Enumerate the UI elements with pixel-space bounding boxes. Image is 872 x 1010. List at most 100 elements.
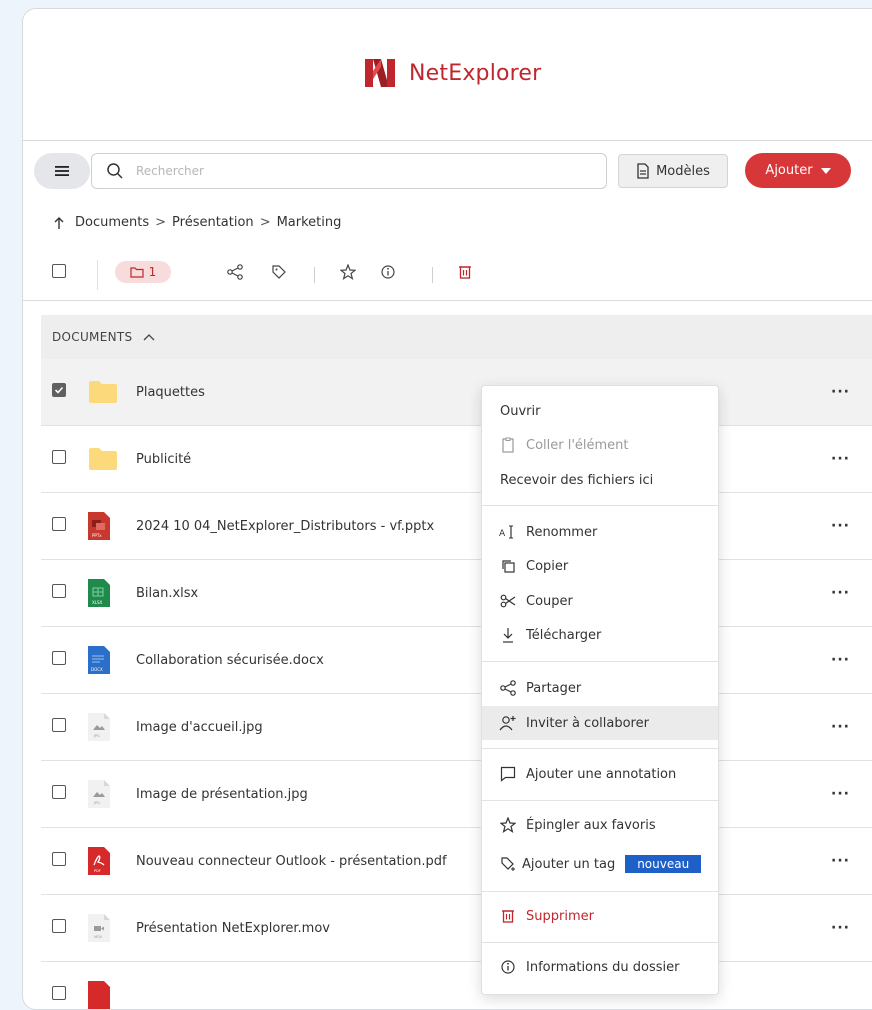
brand-logo[interactable]: NetExplorer [363, 57, 541, 89]
more-options-icon[interactable]: ··· [831, 585, 850, 601]
comment-icon [500, 766, 516, 782]
svg-text:XLSX: XLSX [92, 600, 103, 605]
more-options-icon[interactable]: ··· [831, 719, 850, 735]
menu-item-download[interactable]: Télécharger [482, 618, 718, 652]
models-button[interactable]: Modèles [618, 154, 728, 188]
table-row[interactable]: XLSX Bilan.xlsx ··· [41, 560, 872, 627]
selected-folders-count: 1 [148, 265, 157, 279]
menu-item-label: Copier [526, 558, 569, 574]
menu-item-receive-files[interactable]: Recevoir des fichiers ici [482, 463, 718, 497]
selected-folders-badge[interactable]: 1 [115, 261, 171, 283]
file-name[interactable]: Bilan.xlsx [136, 586, 198, 601]
search-input[interactable] [134, 163, 578, 179]
image-file-icon: JPG [88, 780, 110, 808]
table-row[interactable]: PDF Nouveau connecteur Outlook - présent… [41, 828, 872, 895]
menu-item-label: Recevoir des fichiers ici [500, 472, 654, 488]
file-name[interactable]: 2024 10 04_NetExplorer_Distributors - vf… [136, 519, 434, 534]
svg-text:A: A [499, 529, 506, 539]
more-options-icon[interactable]: ··· [831, 652, 850, 668]
file-name[interactable]: Image de présentation.jpg [136, 787, 308, 802]
menu-item-share[interactable]: Partager [482, 671, 718, 705]
selection-toolbar: 1 [23, 252, 872, 301]
info-button[interactable] [377, 261, 399, 283]
arrow-up-icon[interactable] [53, 216, 65, 230]
toolbar-separator [432, 267, 433, 283]
new-badge: nouveau [625, 855, 702, 873]
menu-item-delete[interactable]: Supprimer [482, 899, 718, 933]
row-checkbox[interactable] [52, 383, 66, 397]
more-options-icon[interactable]: ··· [831, 518, 850, 534]
add-label: Ajouter [765, 163, 813, 178]
star-icon [500, 817, 516, 833]
table-row[interactable]: Publicité ··· [41, 426, 872, 493]
menu-item-copy[interactable]: Copier [482, 549, 718, 583]
more-options-icon[interactable]: ··· [831, 853, 850, 869]
more-options-icon[interactable]: ··· [831, 920, 850, 936]
menu-divider [482, 748, 718, 749]
app-window: NetExplorer Modèles Ajouter [22, 8, 872, 1010]
file-name[interactable]: Nouveau connecteur Outlook - présentatio… [136, 854, 447, 869]
menu-item-cut[interactable]: Couper [482, 584, 718, 618]
breadcrumb-item-presentation[interactable]: Présentation [172, 215, 254, 230]
table-row[interactable]: DOCX Collaboration sécurisée.docx ··· [41, 627, 872, 694]
app-header: NetExplorer [23, 9, 872, 141]
add-user-icon [499, 716, 516, 731]
copy-icon [502, 560, 515, 573]
tag-button[interactable] [268, 261, 290, 283]
menu-item-tag[interactable]: Ajouter un tag nouveau [482, 847, 718, 881]
svg-text:PPTx: PPTx [92, 533, 102, 538]
file-name[interactable]: Plaquettes [136, 385, 205, 400]
select-all-checkbox[interactable] [52, 264, 66, 278]
menu-item-annotate[interactable]: Ajouter une annotation [482, 757, 718, 791]
menu-item-rename[interactable]: A Renommer [482, 515, 718, 549]
file-name[interactable]: Collaboration sécurisée.docx [136, 653, 324, 668]
table-row[interactable]: PPTx 2024 10 04_NetExplorer_Distributors… [41, 493, 872, 560]
toolbar-separator [314, 267, 315, 283]
toolbar-divider [97, 260, 98, 290]
star-icon [340, 264, 356, 280]
share-button[interactable] [224, 261, 246, 283]
row-checkbox[interactable] [52, 852, 66, 866]
file-name[interactable]: Image d'accueil.jpg [136, 720, 263, 735]
menu-item-open[interactable]: Ouvrir [482, 394, 718, 428]
table-row[interactable]: MOV Présentation NetExplorer.mov ··· [41, 895, 872, 962]
models-label: Modèles [656, 163, 710, 179]
delete-button[interactable] [454, 261, 476, 283]
table-row[interactable]: Plaquettes ··· [41, 359, 872, 426]
row-checkbox[interactable] [52, 919, 66, 933]
menu-item-invite[interactable]: Inviter à collaborer [482, 706, 718, 740]
table-row[interactable]: JPG Image de présentation.jpg ··· [41, 761, 872, 828]
check-icon [54, 386, 64, 394]
breadcrumb-item-documents[interactable]: Documents [75, 215, 149, 230]
trash-icon [502, 910, 514, 923]
menu-button[interactable] [34, 153, 90, 189]
clipboard-icon [502, 437, 514, 453]
table-row[interactable] [41, 962, 872, 1009]
more-options-icon[interactable]: ··· [831, 786, 850, 802]
file-name[interactable]: Présentation NetExplorer.mov [136, 921, 330, 936]
favorite-button[interactable] [337, 261, 359, 283]
info-icon [501, 960, 515, 974]
docx-file-icon: DOCX [88, 646, 110, 674]
table-row[interactable]: JPG Image d'accueil.jpg ··· [41, 694, 872, 761]
row-checkbox[interactable] [52, 584, 66, 598]
row-checkbox[interactable] [52, 785, 66, 799]
row-checkbox[interactable] [52, 450, 66, 464]
breadcrumb-item-marketing[interactable]: Marketing [277, 215, 342, 230]
more-options-icon[interactable]: ··· [831, 384, 850, 400]
pptx-file-icon: PPTx [88, 512, 110, 540]
menu-item-pin[interactable]: Épingler aux favoris [482, 808, 718, 842]
menu-item-folder-info[interactable]: Informations du dossier [482, 950, 718, 984]
add-button[interactable]: Ajouter [745, 153, 851, 188]
row-checkbox[interactable] [52, 651, 66, 665]
row-checkbox[interactable] [52, 986, 66, 1000]
pdf-file-icon: PDF [88, 847, 110, 875]
search-box[interactable] [91, 153, 607, 189]
more-options-icon[interactable]: ··· [831, 451, 850, 467]
row-checkbox[interactable] [52, 517, 66, 531]
menu-item-label: Informations du dossier [526, 959, 680, 975]
row-checkbox[interactable] [52, 718, 66, 732]
documents-section-header[interactable]: DOCUMENTS [41, 315, 872, 359]
file-name[interactable]: Publicité [136, 452, 191, 467]
image-file-icon: JPG [88, 713, 110, 741]
